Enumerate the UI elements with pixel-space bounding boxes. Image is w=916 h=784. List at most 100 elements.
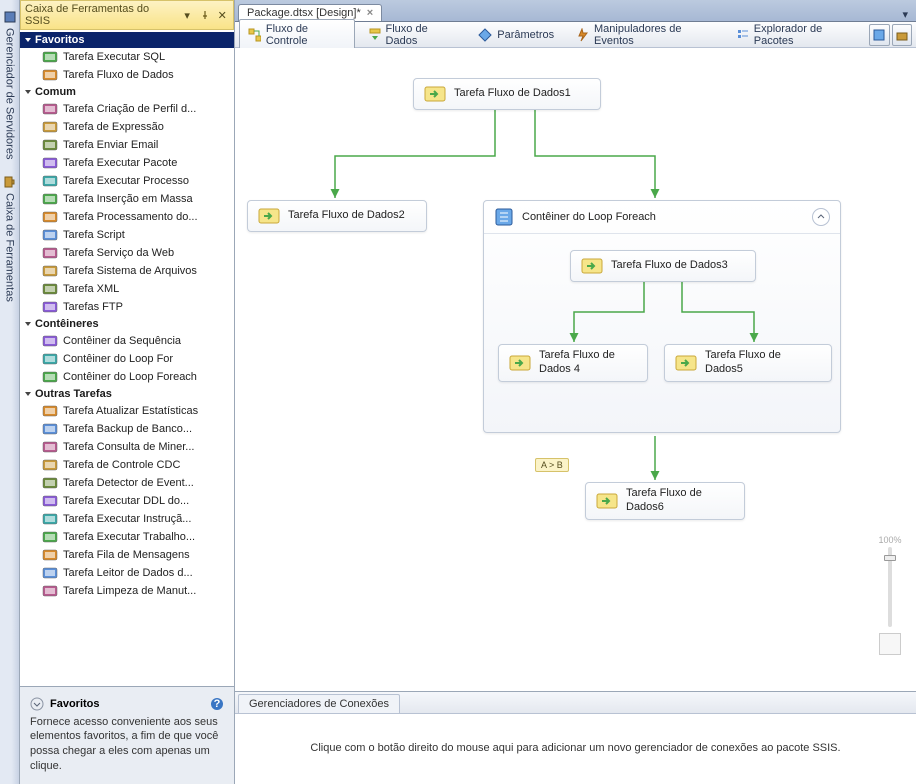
tree-section-header[interactable]: Outras Tarefas — [20, 386, 234, 402]
tab-label: Fluxo de Dados — [386, 23, 457, 47]
toolbox-item[interactable]: Tarefa Sistema de Arquivos — [20, 262, 234, 280]
toolbox-item[interactable]: Tarefa Leitor de Dados d... — [20, 564, 234, 582]
task-icon — [42, 155, 58, 171]
tab-label: Manipuladores de Eventos — [594, 23, 714, 47]
toolbox-item-label: Tarefa Fluxo de Dados — [63, 67, 174, 83]
task-icon — [42, 583, 58, 599]
close-icon[interactable]: ✕ — [215, 8, 229, 22]
toolbox-item[interactable]: Tarefa Atualizar Estatísticas — [20, 402, 234, 420]
toolbox-item[interactable]: Tarefa Executar Pacote — [20, 154, 234, 172]
toolbox-item[interactable]: Tarefa Detector de Event... — [20, 474, 234, 492]
toolbox-item[interactable]: Tarefa Criação de Perfil d... — [20, 100, 234, 118]
task-icon — [42, 475, 58, 491]
toolbox-item[interactable]: Tarefa Fluxo de Dados — [20, 66, 234, 84]
foreach-container-icon — [494, 207, 514, 227]
pin-icon[interactable] — [198, 8, 212, 22]
tree-section-header[interactable]: Comum — [20, 84, 234, 100]
tab-event-handlers[interactable]: Manipuladores de Eventos — [567, 19, 723, 51]
toolbox-item-label: Tarefa Fila de Mensagens — [63, 547, 190, 563]
tab-parameters[interactable]: Parâmetros — [469, 24, 563, 46]
tree-section-header[interactable]: Favoritos — [20, 32, 234, 48]
zoom-thumb[interactable] — [884, 555, 896, 561]
foreach-container[interactable]: Contêiner do Loop Foreach Tarefa Fluxo d… — [483, 200, 841, 433]
toolbox-item[interactable]: Tarefa XML — [20, 280, 234, 298]
toolbox-item[interactable]: Tarefa de Controle CDC — [20, 456, 234, 474]
toolbox-item[interactable]: Tarefa de Expressão — [20, 118, 234, 136]
task-icon — [42, 173, 58, 189]
control-flow-icon — [248, 28, 261, 42]
dropdown-icon[interactable]: ▾ — [180, 8, 194, 22]
flow-node-dados3[interactable]: Tarefa Fluxo de Dados3 — [570, 250, 756, 282]
task-icon — [42, 547, 58, 563]
flow-node-dados5[interactable]: Tarefa Fluxo de Dados5 — [664, 344, 832, 382]
toolbox-item[interactable]: Tarefa Processamento do... — [20, 208, 234, 226]
toolbox-item-label: Tarefa Backup de Banco... — [63, 421, 192, 437]
tree-section-header[interactable]: Contêineres — [20, 316, 234, 332]
help-icon[interactable]: ? — [210, 697, 224, 711]
tab-control-flow[interactable]: Fluxo de Controle — [239, 19, 355, 51]
toolbox-item[interactable]: Tarefa Inserção em Massa — [20, 190, 234, 208]
connection-managers-panel: Gerenciadores de Conexões Clique com o b… — [235, 691, 916, 784]
toolbox-item[interactable]: Tarefa Script — [20, 226, 234, 244]
data-flow-task-icon — [424, 83, 446, 105]
package-explorer-icon — [736, 28, 749, 42]
toolbox-item-label: Tarefa Leitor de Dados d... — [63, 565, 193, 581]
flow-node-dados2[interactable]: Tarefa Fluxo de Dados2 — [247, 200, 427, 232]
toolbox-title: Caixa de Ferramentas do SSIS — [25, 3, 172, 27]
task-icon — [42, 119, 58, 135]
parameters-icon — [478, 28, 492, 42]
toolbox-item[interactable]: Tarefa Executar Trabalho... — [20, 528, 234, 546]
tab-package-explorer[interactable]: Explorador de Pacotes — [727, 19, 865, 51]
toolbox-item-label: Tarefa de Controle CDC — [63, 457, 180, 473]
variables-button[interactable] — [869, 24, 889, 46]
close-icon[interactable]: × — [367, 7, 373, 19]
task-icon — [42, 403, 58, 419]
toolbox-panel: Caixa de Ferramentas do SSIS ▾ ✕ Favorit… — [20, 0, 235, 784]
toolbox-item[interactable]: Tarefa Executar DDL do... — [20, 492, 234, 510]
toolbox-item[interactable]: Tarefa Executar SQL — [20, 48, 234, 66]
toolbox-item-label: Tarefa Sistema de Arquivos — [63, 263, 197, 279]
chevron-down-icon[interactable] — [30, 697, 44, 711]
toolbox-item[interactable]: Contêiner do Loop For — [20, 350, 234, 368]
collapse-button[interactable] — [812, 208, 830, 226]
connection-managers-tab[interactable]: Gerenciadores de Conexões — [238, 694, 400, 713]
node-label: Tarefa Fluxo de Dados6 — [626, 487, 734, 515]
toolbox-item[interactable]: Tarefa Serviço da Web — [20, 244, 234, 262]
flow-node-dados4[interactable]: Tarefa Fluxo de Dados 4 — [498, 344, 648, 382]
zoom-track[interactable] — [888, 547, 892, 627]
toolbox-item[interactable]: Tarefa Executar Instruçã... — [20, 510, 234, 528]
toolbox-item-label: Tarefa Processamento do... — [63, 209, 198, 225]
toolbox-tree[interactable]: FavoritosTarefa Executar SQLTarefa Fluxo… — [20, 30, 234, 686]
toolbox-item[interactable]: Tarefa Fila de Mensagens — [20, 546, 234, 564]
toolbox-item[interactable]: Tarefa Enviar Email — [20, 136, 234, 154]
zoom-fit-button[interactable] — [879, 633, 901, 655]
toolbox-item-label: Tarefa Executar DDL do... — [63, 493, 189, 509]
help-title: Favoritos — [50, 698, 100, 710]
server-icon — [3, 10, 17, 24]
connection-managers-body[interactable]: Clique com o botão direito do mouse aqui… — [235, 714, 916, 784]
task-icon — [42, 369, 58, 385]
flow-node-dados6[interactable]: Tarefa Fluxo de Dados6 — [585, 482, 745, 520]
design-canvas[interactable]: Tarefa Fluxo de Dados1 Tarefa Fluxo de D… — [235, 48, 916, 691]
container-body[interactable]: Tarefa Fluxo de Dados3 Tarefa Fluxo de D… — [484, 234, 840, 432]
expression-badge[interactable]: A > B — [535, 458, 569, 472]
tab-menu-icon[interactable]: ▾ — [898, 8, 912, 21]
toolbox-item[interactable]: Tarefa Executar Processo — [20, 172, 234, 190]
toolbox-item[interactable]: Tarefas FTP — [20, 298, 234, 316]
side-tab-toolbox[interactable]: Caixa de Ferramentas — [1, 169, 19, 308]
toolbox-item[interactable]: Tarefa Backup de Banco... — [20, 420, 234, 438]
toolbox-item[interactable]: Tarefa Limpeza de Manut... — [20, 582, 234, 600]
toolbox-item[interactable]: Contêiner da Sequência — [20, 332, 234, 350]
toolbox-item[interactable]: Contêiner do Loop Foreach — [20, 368, 234, 386]
toolbox-item[interactable]: Tarefa Consulta de Miner... — [20, 438, 234, 456]
toolbox-help-panel: Favoritos ? Fornece acesso conveniente a… — [20, 686, 234, 784]
tab-data-flow[interactable]: Fluxo de Dados — [359, 19, 466, 51]
flow-node-dados1[interactable]: Tarefa Fluxo de Dados1 — [413, 78, 601, 110]
ssis-toolbox-button[interactable] — [892, 24, 912, 46]
tree-section-label: Contêineres — [35, 318, 99, 330]
side-tab-server-explorer[interactable]: Gerenciador de Servidores — [1, 4, 19, 165]
zoom-slider[interactable]: 100% — [876, 535, 904, 655]
side-tabstrip: Gerenciador de Servidores Caixa de Ferra… — [0, 0, 20, 784]
event-handlers-icon — [576, 28, 589, 42]
node-label: Tarefa Fluxo de Dados 4 — [539, 349, 637, 377]
